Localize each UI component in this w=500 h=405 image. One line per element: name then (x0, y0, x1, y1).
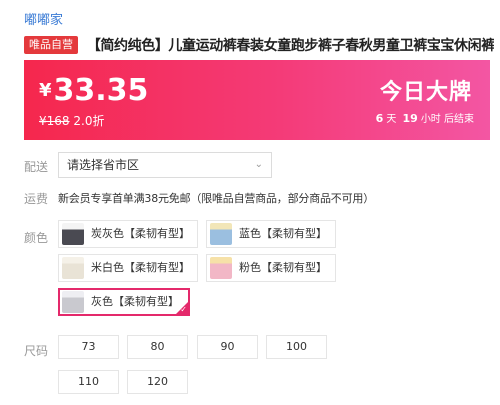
price-banner: ¥33.35 ¥168 2.0折 今日大牌 6天 19 小时 后结束 (24, 60, 490, 140)
shipping-info: 新会员专享首单满38元免邮（限唯品自营商品，部分商品不可用） (58, 192, 374, 205)
size-option-90[interactable]: 90 (197, 335, 258, 359)
color-option-label: 米白色【柔韧有型】 (91, 261, 190, 274)
deal-name: 今日大牌 (379, 80, 472, 105)
size-option-120[interactable]: 120 (127, 370, 188, 394)
countdown-hours-unit: 小时 (420, 114, 441, 125)
color-thumbnail (62, 257, 84, 279)
color-option-label: 灰色【柔韧有型】 (91, 295, 179, 308)
current-price: ¥33.35 (39, 73, 148, 108)
color-option-label: 蓝色【柔韧有型】 (239, 227, 327, 240)
color-thumbnail (62, 223, 84, 245)
color-option-pink[interactable]: 粉色【柔韧有型】 (206, 254, 336, 282)
countdown-days-unit: 天 (386, 114, 397, 125)
size-option-100[interactable]: 100 (266, 335, 327, 359)
original-price: ¥168 (39, 114, 70, 128)
shipping-label: 运费 (24, 192, 49, 206)
color-label: 颜色 (24, 231, 49, 245)
color-thumbnail (62, 291, 84, 313)
color-thumbnail (210, 223, 232, 245)
price-value: 33.35 (53, 73, 149, 108)
countdown: 6天 19 小时 后结束 (373, 110, 474, 125)
color-option-beige[interactable]: 米白色【柔韧有型】 (58, 254, 198, 282)
product-title-row: 唯品自营 【简约纯色】儿童运动裤春装女童跑步裤子春秋男童卫裤宝宝休闲裤 (24, 35, 494, 55)
countdown-days: 6 (375, 112, 384, 125)
currency-symbol: ¥ (39, 80, 52, 101)
checkmark-icon: ✓ (180, 305, 187, 314)
countdown-suffix: 后结束 (444, 114, 474, 125)
size-option-80[interactable]: 80 (127, 335, 188, 359)
shop-name[interactable]: 嘟嘟家 (24, 9, 63, 28)
size-option-73[interactable]: 73 (58, 335, 119, 359)
discount-rate: 2.0折 (73, 114, 105, 128)
color-option-gray[interactable]: 灰色【柔韧有型】 ✓ (58, 288, 190, 316)
product-title: 【简约纯色】儿童运动裤春装女童跑步裤子春秋男童卫裤宝宝休闲裤 (86, 38, 494, 54)
color-option-blue[interactable]: 蓝色【柔韧有型】 (206, 220, 336, 248)
countdown-hours: 19 (402, 112, 418, 125)
region-select[interactable]: 请选择省市区 ⌄ (58, 152, 272, 178)
chevron-down-icon: ⌄ (254, 159, 263, 170)
color-option-label: 粉色【柔韧有型】 (239, 261, 327, 274)
color-option-charcoal[interactable]: 炭灰色【柔韧有型】 (58, 220, 198, 248)
self-operated-badge: 唯品自营 (24, 36, 78, 54)
price-detail: ¥168 2.0折 (39, 112, 104, 129)
region-select-text: 请选择省市区 (67, 158, 140, 172)
size-label: 尺码 (24, 344, 49, 358)
delivery-label: 配送 (24, 160, 49, 174)
color-thumbnail (210, 257, 232, 279)
color-option-label: 炭灰色【柔韧有型】 (91, 227, 190, 240)
size-option-110[interactable]: 110 (58, 370, 119, 394)
